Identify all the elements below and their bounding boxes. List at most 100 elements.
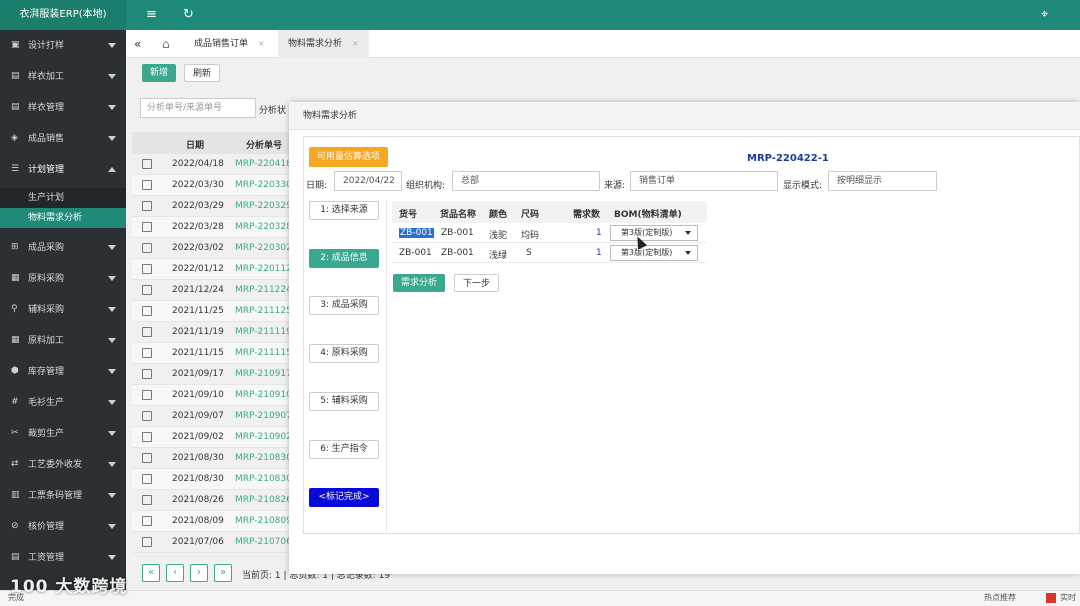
analyze-demand-button[interactable]: 需求分析 xyxy=(393,274,446,292)
realtime-link[interactable]: 实时 xyxy=(1060,591,1076,605)
hot-recommend-link[interactable]: 热点推荐 xyxy=(984,591,1016,605)
edit-icon[interactable] xyxy=(142,306,152,316)
sidebar-item-raw-processing[interactable]: ▦ 原料加工 xyxy=(0,325,126,356)
source-field[interactable]: 销售订单 xyxy=(630,171,778,191)
row-number-link[interactable]: MRP-210830- xyxy=(235,474,295,484)
edit-icon[interactable] xyxy=(142,180,152,190)
row-number-link[interactable]: MRP-210830- xyxy=(235,453,295,463)
sidebar-item-product-purchase[interactable]: ⊞ 成品采购 xyxy=(0,232,126,263)
sidebar-item-sample-management[interactable]: ▤ 样衣管理 xyxy=(0,92,126,123)
prev-page-button[interactable]: ‹ xyxy=(166,564,184,582)
row-number-link[interactable]: MRP-220328- xyxy=(235,222,295,232)
column-header-no[interactable]: 分析单号 xyxy=(246,138,282,151)
refresh-button[interactable]: 刷新 xyxy=(184,64,221,82)
edit-icon[interactable] xyxy=(142,201,152,211)
sidebar-item-accessory-purchase[interactable]: ⚲ 辅料采购 xyxy=(0,294,126,325)
edit-icon[interactable] xyxy=(142,159,152,169)
sidebar-item-outsourcing[interactable]: ⇄ 工艺委外收发 xyxy=(0,449,126,480)
edit-icon[interactable] xyxy=(142,222,152,232)
step-accessory-purchase[interactable]: 5: 辅料采购 xyxy=(309,392,379,411)
edit-icon[interactable] xyxy=(142,495,152,505)
table-row[interactable]: 2021/11/15 MRP-211115- xyxy=(132,343,295,364)
table-row[interactable]: 2021/08/26 MRP-210826- xyxy=(132,490,295,511)
table-row[interactable]: 2021/11/19 MRP-211119- xyxy=(132,322,295,343)
row-number-link[interactable]: MRP-211125- xyxy=(235,306,295,316)
row-number-link[interactable]: MRP-220418- xyxy=(235,159,295,169)
step-raw-purchase[interactable]: 4: 原料采购 xyxy=(309,344,379,363)
sidebar-item-raw-purchase[interactable]: ▦ 原料采购 xyxy=(0,263,126,294)
table-row[interactable]: 2022/03/30 MRP-220330- xyxy=(132,175,295,196)
row-number-link[interactable]: MRP-210706- xyxy=(235,537,295,547)
sidebar-item-inventory[interactable]: ⬢ 库存管理 xyxy=(0,356,126,387)
cell-code[interactable]: ZB-001 xyxy=(399,228,434,238)
row-number-link[interactable]: MRP-211115- xyxy=(235,348,295,358)
refresh-icon[interactable]: ↻ xyxy=(183,6,194,24)
step-product-info[interactable]: 2: 成品信息 xyxy=(309,249,379,268)
edit-icon[interactable] xyxy=(142,327,152,337)
sidebar-item-pricing[interactable]: ⊘ 核价管理 xyxy=(0,511,126,542)
bom-select[interactable]: 第3版(定制版) xyxy=(610,245,698,261)
edit-icon[interactable] xyxy=(142,369,152,379)
row-number-link[interactable]: MRP-211224- xyxy=(235,285,295,295)
bom-select[interactable]: 第3版(定制版) xyxy=(610,225,698,241)
table-row[interactable]: 2022/01/12 MRP-220112- xyxy=(132,259,295,280)
search-input[interactable]: 分析单号/来源单号 xyxy=(140,98,256,118)
menu-toggle-icon[interactable]: ≡ xyxy=(146,6,157,24)
home-icon[interactable]: ⌂ xyxy=(162,30,170,58)
close-icon[interactable]: × xyxy=(352,39,359,48)
table-row[interactable]: 2021/09/10 MRP-210910- xyxy=(132,385,295,406)
sidebar-item-barcode[interactable]: ▥ 工票条码管理 xyxy=(0,480,126,511)
edit-icon[interactable] xyxy=(142,390,152,400)
table-row[interactable]: 2021/09/17 MRP-210917- xyxy=(132,364,295,385)
sidebar-item-sample-processing[interactable]: ▤ 样衣加工 xyxy=(0,61,126,92)
edit-icon[interactable] xyxy=(142,516,152,526)
tab-sales-order[interactable]: 成品销售订单 × xyxy=(186,30,273,58)
table-row[interactable]: 2021/07/06 MRP-210706- xyxy=(132,532,295,553)
mark-complete-button[interactable]: <标记完成> xyxy=(309,488,379,507)
row-number-link[interactable]: MRP-210809- xyxy=(235,516,295,526)
table-row[interactable]: 2022/03/02 MRP-220302- xyxy=(132,238,295,259)
edit-icon[interactable] xyxy=(142,243,152,253)
table-row[interactable]: 2022/03/29 MRP-220329- xyxy=(132,196,295,217)
last-page-button[interactable]: » xyxy=(214,564,232,582)
table-row[interactable]: 2021/08/30 MRP-210830- xyxy=(132,469,295,490)
table-row[interactable]: 2021/08/09 MRP-210809- xyxy=(132,511,295,532)
row-number-link[interactable]: MRP-210902- xyxy=(235,432,295,442)
table-row[interactable]: ZB-001 ZB-001 浅驼 均码 1 第3版(定制版) xyxy=(392,223,707,243)
row-number-link[interactable]: MRP-210907- xyxy=(235,411,295,421)
table-row[interactable]: ZB-001 ZB-001 浅绿 S 1 第3版(定制版) xyxy=(392,243,707,263)
edit-icon[interactable] xyxy=(142,537,152,547)
sidebar-item-cutting-production[interactable]: ✂ 裁剪生产 xyxy=(0,418,126,449)
edit-icon[interactable] xyxy=(142,474,152,484)
sidebar-subitem-material-analysis[interactable]: 物料需求分析 xyxy=(0,208,126,228)
sidebar-item-plan-management[interactable]: ☰ 计划管理 xyxy=(0,154,126,185)
row-number-link[interactable]: MRP-210826- xyxy=(235,495,295,505)
row-number-link[interactable]: MRP-211119- xyxy=(235,327,295,337)
column-header-date[interactable]: 日期 xyxy=(186,138,204,151)
edit-icon[interactable] xyxy=(142,264,152,274)
row-number-link[interactable]: MRP-210910- xyxy=(235,390,295,400)
row-number-link[interactable]: MRP-220112- xyxy=(235,264,295,274)
availability-estimate-button[interactable]: 可用量估算选项 xyxy=(309,147,389,167)
tab-material-analysis[interactable]: 物料需求分析 × xyxy=(278,30,369,58)
cell-code[interactable]: ZB-001 xyxy=(399,248,432,258)
date-field[interactable]: 2022/04/22 xyxy=(334,171,402,191)
sidebar-item-salary[interactable]: ▤ 工资管理 xyxy=(0,542,126,573)
step-product-purchase[interactable]: 3: 成品采购 xyxy=(309,296,379,315)
row-number-link[interactable]: MRP-220329- xyxy=(235,201,295,211)
sidebar-item-design[interactable]: ▣ 设计打样 xyxy=(0,30,126,61)
table-row[interactable]: 2022/04/18 MRP-220418- xyxy=(132,154,295,175)
next-page-button[interactable]: › xyxy=(190,564,208,582)
table-row[interactable]: 2021/08/30 MRP-210830- xyxy=(132,448,295,469)
display-mode-field[interactable]: 按明细显示 xyxy=(828,171,937,191)
org-field[interactable]: 总部 xyxy=(452,171,600,191)
table-row[interactable]: 2021/09/02 MRP-210902- xyxy=(132,427,295,448)
table-row[interactable]: 2022/03/28 MRP-220328- xyxy=(132,217,295,238)
next-step-button[interactable]: 下一步 xyxy=(454,274,500,292)
row-number-link[interactable]: MRP-220330- xyxy=(235,180,295,190)
close-icon[interactable]: × xyxy=(258,39,265,48)
table-row[interactable]: 2021/11/25 MRP-211125- xyxy=(132,301,295,322)
sidebar-item-knit-production[interactable]: # 毛衫生产 xyxy=(0,387,126,418)
collapse-tabs-icon[interactable]: « xyxy=(134,30,141,58)
sidebar-subitem-production-plan[interactable]: 生产计划 xyxy=(0,188,126,208)
